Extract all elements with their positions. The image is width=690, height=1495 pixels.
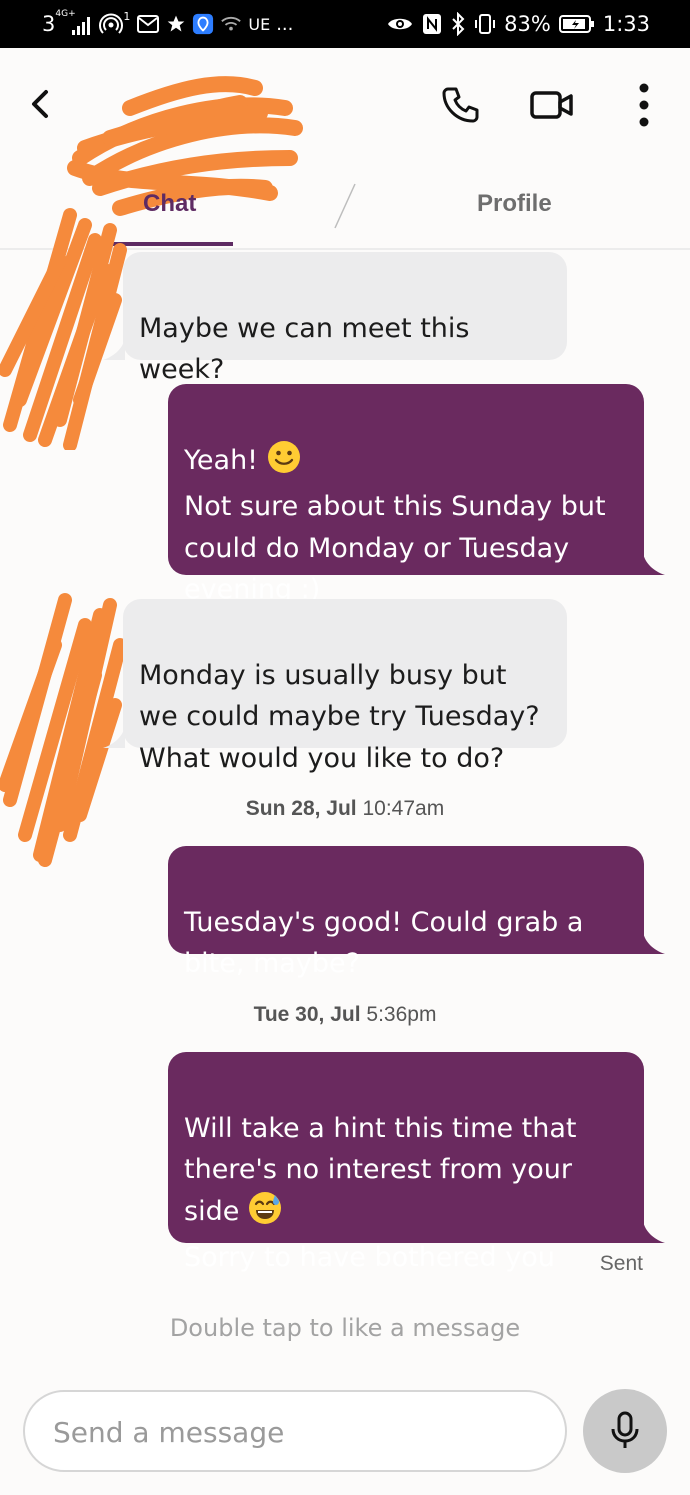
- back-button[interactable]: [22, 86, 58, 122]
- delivery-status: Sent: [599, 1252, 643, 1275]
- vpn-icon: [193, 13, 214, 35]
- timestamp-time: 5:36pm: [366, 1003, 437, 1026]
- message-text: Monday is usually busy but we could mayb…: [139, 659, 540, 774]
- tab-divider: [334, 183, 356, 229]
- chat-header: [0, 48, 690, 216]
- tab-chat[interactable]: Chat: [143, 190, 196, 218]
- slight-smile-icon: [267, 440, 301, 487]
- bubble-tail: [643, 553, 665, 575]
- battery-percent: 83%: [504, 12, 551, 36]
- clock: 1:33: [602, 12, 650, 36]
- bubble-tail: [103, 726, 125, 748]
- signal-strength: 3 4G+: [42, 9, 93, 36]
- message-text-start: Will take a hint this time that there's …: [184, 1112, 577, 1227]
- microphone-icon: [611, 1411, 639, 1448]
- redacted-avatar-scribble: [0, 208, 127, 450]
- more-notifications: ...: [276, 13, 294, 35]
- message-timestamp: Sun 28, Jul 10:47am: [0, 797, 690, 821]
- video-call-button[interactable]: [528, 81, 576, 129]
- more-options-button[interactable]: [620, 81, 668, 129]
- bubble-tail: [103, 338, 125, 360]
- bubble-tail: [643, 932, 665, 954]
- network-badge: 4G+: [55, 9, 76, 19]
- vibrate-icon: [475, 14, 496, 34]
- chevron-left-icon: [32, 90, 48, 118]
- message-text-end: Not sure about this Sunday but could do …: [184, 491, 606, 605]
- bluetooth-icon: [452, 12, 465, 36]
- call-button[interactable]: [436, 81, 484, 129]
- message-outgoing[interactable]: Tuesday's good! Could grab a bite, maybe…: [168, 846, 644, 979]
- phone-icon: [442, 87, 479, 123]
- nfc-icon: [423, 14, 442, 34]
- message-text-end: Sorry to have bothered you: [184, 1242, 555, 1273]
- eye-icon: [388, 18, 413, 30]
- star-icon: [168, 15, 185, 32]
- hotspot-icon: 1: [99, 9, 131, 36]
- sim-label: 1: [123, 9, 131, 23]
- status-bar: 3 4G+ 1 UE ... 83% 1:33: [0, 0, 690, 48]
- like-hint: Double tap to like a message: [169, 1314, 521, 1342]
- tab-profile[interactable]: Profile: [477, 190, 552, 218]
- timestamp-date: Tue 30, Jul: [253, 1003, 361, 1026]
- active-tab-indicator: [113, 242, 233, 246]
- message-outgoing[interactable]: Yeah! Not sure about this Sunday but cou…: [168, 384, 644, 604]
- message-text: Maybe we can meet this week?: [139, 312, 470, 386]
- voice-message-button[interactable]: [583, 1389, 667, 1473]
- battery-icon: [558, 15, 594, 33]
- more-vertical-icon: [639, 83, 649, 127]
- message-input[interactable]: [51, 1392, 535, 1472]
- mail-icon: [137, 15, 160, 33]
- wifi-icon: [221, 16, 242, 31]
- signal-icon: [72, 17, 91, 35]
- message-text: Tuesday's good! Could grab a bite, maybe…: [184, 906, 584, 980]
- sweat-smile-icon: [248, 1191, 282, 1238]
- message-composer: [23, 1390, 567, 1472]
- timestamp-time: 10:47am: [362, 797, 445, 820]
- bubble-tail: [643, 1221, 665, 1243]
- message-outgoing[interactable]: Will take a hint this time that there's …: [168, 1052, 644, 1273]
- video-camera-icon: [530, 91, 573, 119]
- message-text-start: Yeah!: [184, 444, 267, 476]
- message-incoming[interactable]: Maybe we can meet this week?: [123, 252, 567, 385]
- timestamp-date: Sun 28, Jul: [245, 797, 357, 820]
- message-incoming[interactable]: Monday is usually busy but we could mayb…: [123, 599, 567, 774]
- carrier-signal-text: 3: [42, 12, 56, 36]
- ue-label: UE: [248, 14, 271, 34]
- message-timestamp: Tue 30, Jul 5:36pm: [0, 1003, 690, 1027]
